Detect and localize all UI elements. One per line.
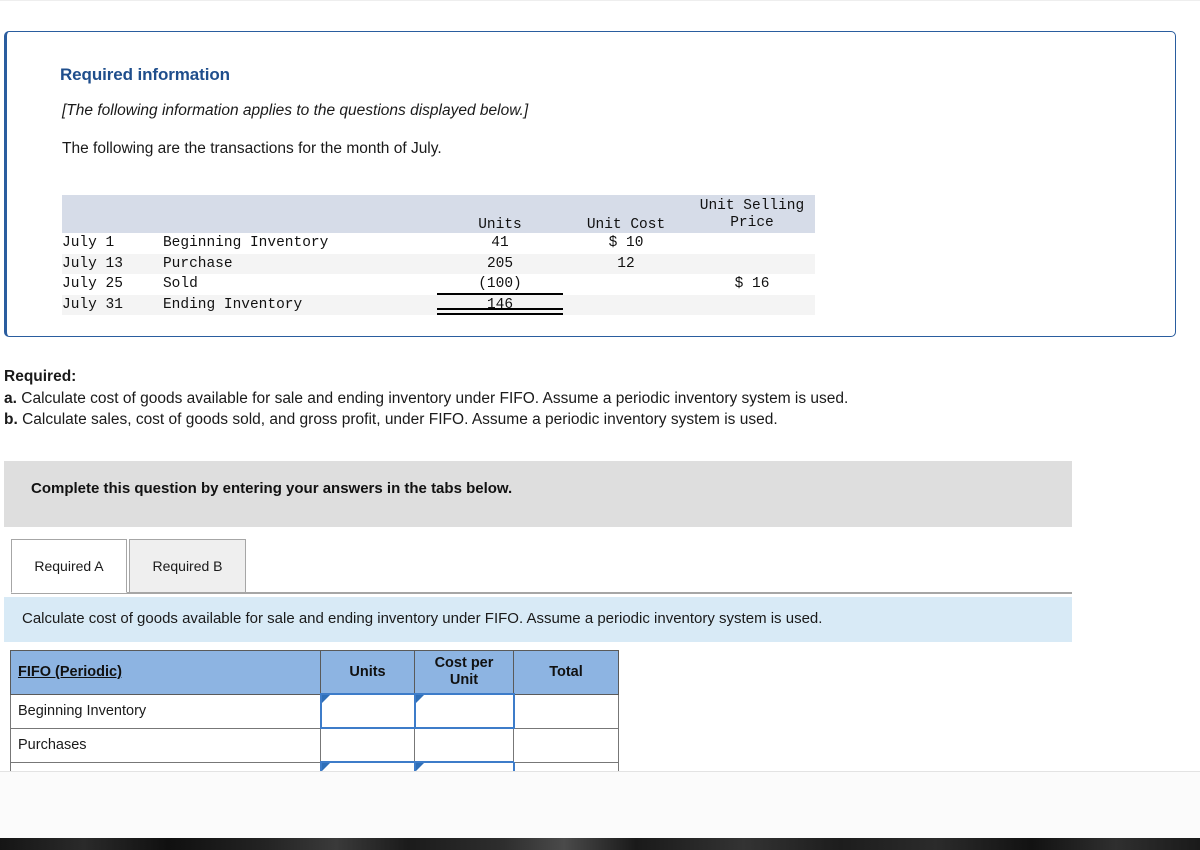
cell-units-purchases xyxy=(320,727,415,763)
cell-unit-selling-price xyxy=(689,294,815,315)
tab-instruction-text: Calculate cost of goods available for sa… xyxy=(22,610,823,627)
cell-units: 41 xyxy=(437,233,563,254)
cell-cost-per-unit-purchases xyxy=(414,727,514,763)
answer-table-viewport: FIFO (Periodic) Units Cost per Unit Total… xyxy=(0,650,1200,772)
applies-note: [The following information applies to th… xyxy=(62,102,529,119)
cell-description: Purchase xyxy=(162,253,437,274)
transactions-header-row: Units Unit Cost Unit Selling Price xyxy=(62,195,815,233)
cell-description: Ending Inventory xyxy=(162,294,437,315)
bottom-navigation-bar: ‹ Prev 1 2 3 ⛓ of 12 Next › xyxy=(0,772,1200,838)
answer-table-body: Beginning Inventory Purchases July 13 xyxy=(10,693,619,772)
table-row: Purchases xyxy=(10,727,619,763)
cell-unit-cost: 12 xyxy=(563,253,689,274)
table-row: July 31 Ending Inventory 146 xyxy=(62,294,815,315)
table-row: Beginning Inventory xyxy=(10,693,619,729)
required-heading: Required: xyxy=(4,368,77,385)
required-item-a-label: a. xyxy=(4,389,17,407)
cell-unit-selling-price xyxy=(689,233,815,254)
lead-in-text: The following are the transactions for t… xyxy=(62,140,442,157)
cell-unit-cost: $ 10 xyxy=(563,233,689,254)
cell-units: 146 xyxy=(437,294,563,315)
tab-required-b[interactable]: Required B xyxy=(129,539,246,593)
required-item-a: a. Calculate cost of goods available for… xyxy=(4,388,1184,410)
cell-description: Beginning Inventory xyxy=(162,233,437,254)
tab-instruction-banner: Calculate cost of goods available for sa… xyxy=(4,597,1072,642)
cell-unit-selling-price xyxy=(689,253,815,274)
complete-question-banner: Complete this question by entering your … xyxy=(4,461,1072,527)
cell-units: (100) xyxy=(437,274,563,295)
transactions-body: July 1 Beginning Inventory 41 $ 10 July … xyxy=(62,233,815,315)
cell-total-purchases xyxy=(513,727,619,763)
column-header-blank xyxy=(62,195,437,233)
header-total: Total xyxy=(513,650,619,695)
cell-unit-cost xyxy=(563,294,689,315)
input-cost-per-unit-beginning-inventory[interactable] xyxy=(413,693,515,729)
row-label-beginning-inventory: Beginning Inventory xyxy=(10,693,321,729)
column-header-units: Units xyxy=(437,195,563,233)
top-rule xyxy=(0,0,1200,1)
required-item-b-text: Calculate sales, cost of goods sold, and… xyxy=(22,411,778,428)
transactions-table: Units Unit Cost Unit Selling Price July 1… xyxy=(62,195,815,315)
cell-unit-cost xyxy=(563,274,689,295)
column-header-unit-selling-price: Unit Selling Price xyxy=(689,195,815,233)
cell-date: July 13 xyxy=(62,253,163,274)
page-title: Required information xyxy=(60,65,230,84)
row-label-purchases: Purchases xyxy=(10,727,321,763)
header-cost-per-unit: Cost per Unit xyxy=(414,650,514,695)
bottom-edge-strip xyxy=(0,838,1200,850)
table-row: July 13 Purchase 205 12 xyxy=(62,253,815,274)
cell-units: 205 xyxy=(437,253,563,274)
table-row: July 1 Beginning Inventory 41 $ 10 xyxy=(62,233,815,254)
cell-date: July 1 xyxy=(62,233,163,254)
fifo-answer-table: FIFO (Periodic) Units Cost per Unit Total… xyxy=(10,650,619,772)
answer-table-header-row: FIFO (Periodic) Units Cost per Unit Total xyxy=(10,650,619,695)
complete-question-text: Complete this question by entering your … xyxy=(31,480,513,497)
required-item-a-text: Calculate cost of goods available for sa… xyxy=(21,389,849,407)
required-information-panel: Required information [The following info… xyxy=(4,31,1176,337)
required-item-b: b. Calculate sales, cost of goods sold, … xyxy=(4,409,1184,431)
cell-total-beginning-inventory xyxy=(513,693,619,729)
column-header-unit-cost: Unit Cost xyxy=(563,195,689,233)
header-units: Units xyxy=(320,650,415,695)
cell-unit-selling-price: $ 16 xyxy=(689,274,815,295)
required-item-b-label: b. xyxy=(4,411,18,428)
cell-date: July 25 xyxy=(62,274,163,295)
table-row: July 25 Sold (100) $ 16 xyxy=(62,274,815,295)
input-units-beginning-inventory[interactable] xyxy=(319,693,416,729)
header-fifo-periodic: FIFO (Periodic) xyxy=(10,650,321,695)
cell-description: Sold xyxy=(162,274,437,295)
cell-date: July 31 xyxy=(62,294,163,315)
tab-required-a[interactable]: Required A xyxy=(11,539,127,593)
required-section: Required: a. Calculate cost of goods ava… xyxy=(4,366,1184,431)
